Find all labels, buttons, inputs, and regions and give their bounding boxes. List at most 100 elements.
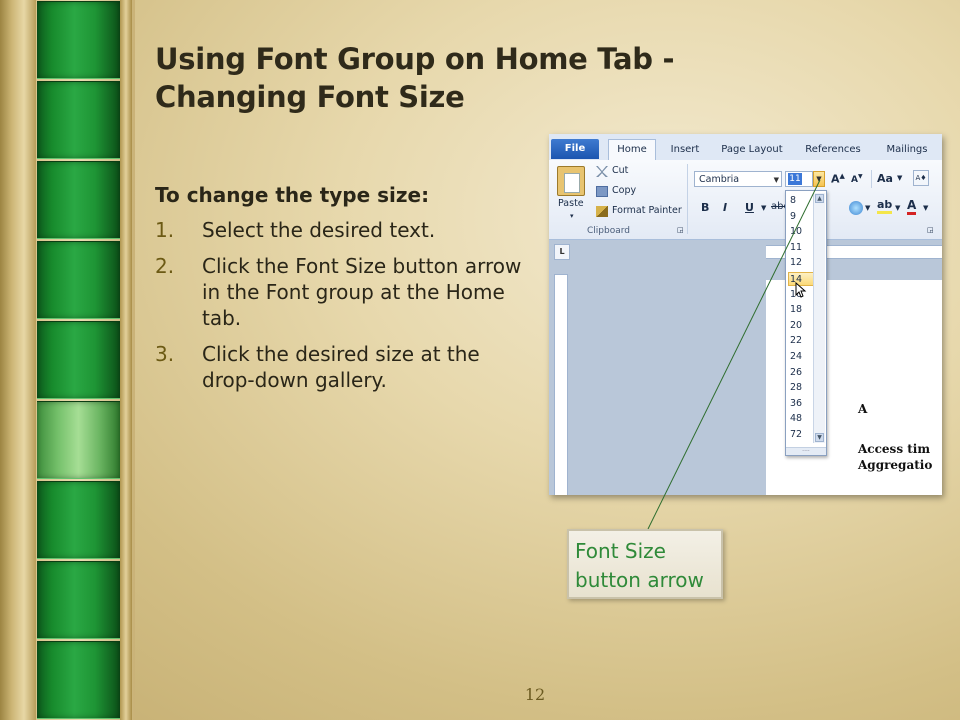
bold-button[interactable]: B (701, 201, 709, 214)
text-effects-icon[interactable] (849, 201, 863, 215)
ruler-corner-tab-selector[interactable]: L (554, 244, 570, 260)
step-number: 1. (155, 218, 175, 242)
format-painter-button[interactable]: Format Painter (612, 205, 682, 216)
tab-mailings[interactable]: Mailings (879, 140, 935, 160)
title-line-2: Changing Font Size (155, 80, 465, 114)
font-size-option[interactable]: 26 (790, 366, 812, 380)
left-decorative-band (0, 0, 135, 720)
vertical-ruler[interactable] (554, 274, 568, 495)
green-tile (37, 241, 120, 319)
chevron-down-icon[interactable]: ▼ (865, 204, 870, 212)
font-size-option[interactable]: 22 (790, 334, 812, 348)
word-ribbon-screenshot: File Home Insert Page Layout References … (549, 134, 942, 495)
font-size-value: 11 (788, 173, 802, 185)
tab-file[interactable]: File (551, 139, 599, 159)
scroll-down-icon[interactable]: ▼ (815, 433, 824, 442)
font-size-option[interactable]: 9 (790, 210, 812, 224)
chevron-down-icon[interactable]: ▼ (897, 174, 902, 182)
clear-formatting-icon[interactable]: A♦ (913, 170, 929, 186)
format-painter-icon (596, 206, 608, 217)
subhead: To change the type size: (155, 183, 430, 207)
clipboard-group-label: Clipboard (587, 226, 630, 236)
font-size-option[interactable]: 20 (790, 319, 812, 333)
font-size-option[interactable]: 36 (790, 397, 812, 411)
font-name-box[interactable]: Cambria ▼ (694, 171, 782, 187)
font-size-option[interactable]: 28 (790, 381, 812, 395)
copy-icon (596, 186, 608, 197)
tab-insert[interactable]: Insert (665, 140, 705, 160)
doc-text-line: A (858, 402, 868, 416)
group-divider (871, 170, 872, 188)
step-number: 2. (155, 254, 175, 278)
cut-button[interactable]: Cut (612, 165, 628, 176)
gold-strip-right (120, 0, 132, 720)
green-tile (37, 161, 120, 239)
ribbon-tab-bar: File Home Insert Page Layout References … (549, 134, 942, 161)
green-tile-column (37, 0, 120, 720)
tab-home[interactable]: Home (608, 139, 656, 160)
tab-page-layout[interactable]: Page Layout (717, 140, 787, 160)
italic-button[interactable]: I (723, 201, 727, 214)
slide-body: To change the type size: 1. Select the d… (155, 183, 530, 403)
chevron-down-icon[interactable]: ▾ (570, 212, 574, 220)
font-size-option[interactable]: 12 (790, 256, 812, 270)
font-size-option[interactable]: 18 (790, 303, 812, 317)
shrink-font-label: A (851, 175, 858, 185)
step-item: 2. Click the Font Size button arrow in t… (155, 253, 530, 331)
paste-label[interactable]: Paste (558, 198, 584, 209)
font-size-callout: Font Size button arrow (567, 529, 723, 599)
font-size-option[interactable]: 10 (790, 225, 812, 239)
font-size-option[interactable]: 48 (790, 412, 812, 426)
chevron-down-icon[interactable]: ▼ (761, 204, 766, 212)
change-case-button[interactable]: Aa (877, 172, 893, 185)
grow-font-button[interactable]: A▲ (831, 172, 845, 186)
chevron-down-icon[interactable]: ▼ (774, 172, 779, 188)
resize-grip-icon[interactable]: ···· (786, 447, 826, 455)
shrink-font-button[interactable]: A▼ (851, 173, 863, 185)
doc-text-line: Aggregatio (858, 458, 933, 472)
copy-button[interactable]: Copy (612, 185, 636, 196)
group-divider (687, 164, 688, 234)
home-ribbon: Paste ▾ Cut Copy Format Painter Clipboar… (549, 160, 942, 240)
font-size-option[interactable]: 11 (790, 241, 812, 255)
tab-references[interactable]: References (799, 140, 867, 160)
steps-list: 1. Select the desired text. 2. Click the… (155, 217, 530, 393)
mouse-pointer-icon (795, 282, 807, 298)
underline-button[interactable]: U (745, 201, 754, 214)
dialog-launcher-icon[interactable]: ◲ (927, 226, 934, 234)
chevron-down-icon[interactable]: ▼ (895, 204, 900, 212)
green-tile (37, 321, 120, 399)
step-text: Click the Font Size button arrow in the … (202, 254, 522, 330)
font-size-option[interactable]: 24 (790, 350, 812, 364)
green-tile-highlight (37, 401, 120, 479)
slide-page-number: 12 (524, 685, 546, 704)
green-tile (37, 81, 120, 159)
step-number: 3. (155, 342, 175, 366)
title-line-1: Using Font Group on Home Tab - (155, 42, 675, 76)
paste-icon[interactable] (557, 166, 585, 196)
step-item: 3. Click the desired size at the drop-do… (155, 341, 530, 393)
green-tile (37, 641, 120, 719)
font-size-option[interactable]: 8 (790, 194, 812, 208)
green-tile (37, 561, 120, 639)
scissors-icon (596, 166, 608, 177)
chevron-down-icon[interactable]: ▼ (923, 204, 928, 212)
step-item: 1. Select the desired text. (155, 217, 530, 243)
green-tile (37, 1, 120, 79)
font-color-icon[interactable]: A (907, 198, 917, 215)
font-size-box[interactable]: 11 (785, 171, 813, 187)
scroll-up-icon[interactable]: ▲ (815, 194, 824, 203)
green-tile (37, 481, 120, 559)
font-size-button-arrow[interactable]: ▼ (813, 171, 825, 187)
gold-strip-left (0, 0, 36, 720)
font-name-value: Cambria (699, 174, 740, 185)
font-size-option[interactable]: 72 (790, 428, 812, 442)
step-text: Click the desired size at the drop-down … (202, 342, 480, 392)
dialog-launcher-icon[interactable]: ◲ (677, 226, 684, 234)
doc-text-line: Access tim (858, 442, 931, 456)
step-text: Select the desired text. (202, 218, 436, 242)
grow-font-label: A (831, 172, 840, 186)
dropdown-scrollbar[interactable]: ▲ ▼ (813, 193, 825, 443)
font-size-dropdown[interactable]: 891011121416182022242628364872 ▲ ▼ ···· (785, 190, 827, 456)
highlight-color-icon[interactable]: ab (877, 198, 893, 214)
